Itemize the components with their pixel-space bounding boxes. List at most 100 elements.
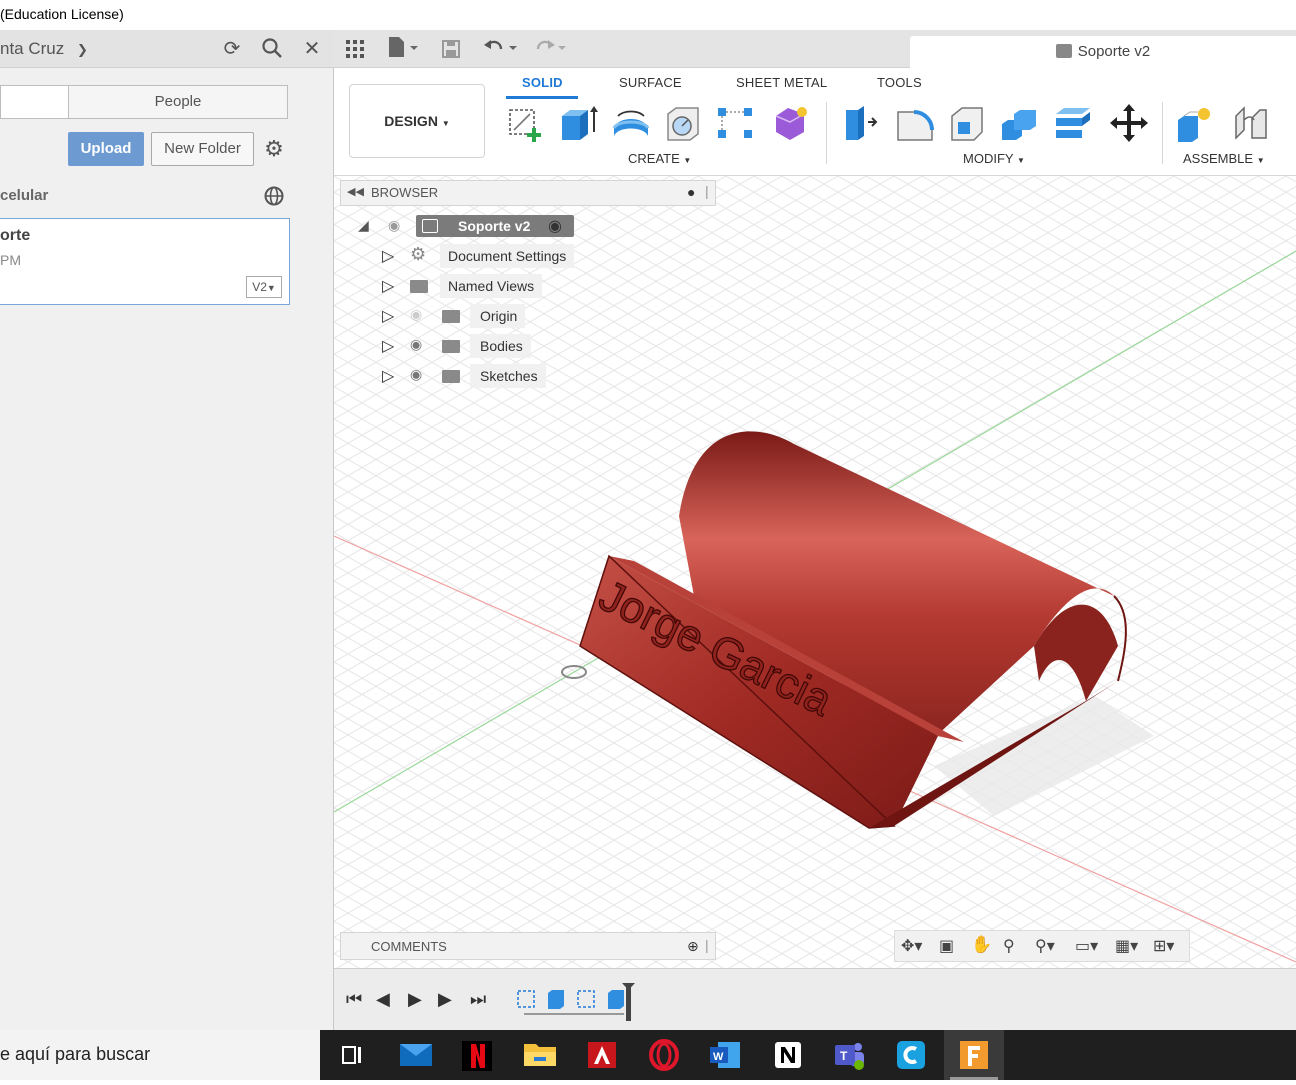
tab-tools[interactable]: TOOLS [877, 75, 922, 90]
tab-people[interactable]: People [69, 86, 287, 118]
project-selector[interactable]: nta Cruz ❯ [0, 39, 88, 59]
browser-item-named-views[interactable]: ▷ Named Views [382, 274, 582, 300]
move-copy-icon[interactable] [1108, 102, 1150, 144]
orbit-icon[interactable]: ✥▾ [901, 936, 922, 956]
minimize-panel-icon[interactable]: ● [687, 184, 695, 200]
eye-icon[interactable]: ◉ [410, 366, 422, 383]
step-back-icon[interactable]: ◀ [376, 989, 390, 1010]
go-to-end-icon[interactable]: ⏭ [470, 989, 486, 1010]
version-dropdown[interactable]: V2▼ [246, 276, 282, 298]
cx-app-icon[interactable] [882, 1030, 942, 1080]
timeline-features[interactable] [514, 983, 644, 1023]
display-settings-icon[interactable]: ▭▾ [1075, 936, 1098, 956]
new-folder-button[interactable]: New Folder [151, 132, 254, 166]
notion-app-icon[interactable] [758, 1030, 818, 1080]
tab-data[interactable] [1, 86, 69, 118]
create-form-icon[interactable] [770, 102, 812, 144]
redo-icon[interactable] [530, 36, 570, 62]
data-panel-tabs: People [0, 85, 288, 119]
look-at-icon[interactable]: ▣ [939, 936, 954, 956]
browser-panel-header[interactable]: ◀◀ BROWSER ● | [340, 180, 716, 206]
file-menu-icon[interactable] [384, 36, 422, 62]
play-icon[interactable]: ▶ [408, 989, 422, 1010]
undo-icon[interactable] [480, 36, 522, 62]
go-to-start-icon[interactable]: ⏮ [346, 989, 362, 1010]
shell-icon[interactable] [662, 102, 704, 144]
eye-hidden-icon[interactable]: ◉ [410, 306, 422, 323]
panel-pin-icon[interactable]: | [705, 937, 709, 953]
grid-settings-icon[interactable]: ▦▾ [1115, 936, 1138, 956]
chamfer-icon[interactable] [946, 102, 988, 144]
fusion-360-app-icon[interactable] [944, 1030, 1004, 1080]
task-view-icon[interactable] [322, 1030, 382, 1080]
refresh-icon[interactable]: ⟳ [220, 37, 244, 61]
activate-radio-icon[interactable]: ◉ [548, 216, 562, 236]
mail-app-icon[interactable] [386, 1030, 446, 1080]
gear-icon: ⚙ [410, 244, 427, 264]
tab-surface[interactable]: SURFACE [619, 75, 682, 90]
collapse-icon[interactable]: ◀◀ [347, 185, 364, 198]
extrude-icon[interactable] [558, 102, 600, 144]
canvas-viewport[interactable]: Jorge Garcia ◀◀ BROWSER ● | ◢ ◉ Soporte … [334, 176, 1296, 968]
fillet-icon[interactable] [894, 102, 936, 144]
file-card[interactable]: orte PM V2▼ [0, 218, 290, 305]
panel-pin-icon[interactable]: | [705, 183, 709, 199]
close-icon[interactable]: ✕ [300, 37, 324, 61]
root-label: Soporte v2 [458, 218, 531, 234]
teams-app-icon[interactable]: T [820, 1030, 880, 1080]
expand-triangle-icon[interactable]: ▷ [382, 366, 394, 386]
eye-icon[interactable]: ◉ [388, 217, 400, 234]
opera-app-icon[interactable] [634, 1030, 694, 1080]
expand-triangle-icon[interactable]: ▷ [382, 276, 394, 296]
expand-triangle-icon[interactable]: ▷ [382, 306, 394, 326]
expand-triangle-icon[interactable]: ◢ [358, 217, 369, 234]
expand-triangle-icon[interactable]: ▷ [382, 246, 394, 266]
autocad-app-icon[interactable] [572, 1030, 632, 1080]
file-explorer-icon[interactable] [510, 1030, 570, 1080]
viewports-icon[interactable]: ⊞▾ [1153, 936, 1174, 956]
tree-label: Origin [470, 304, 526, 328]
press-pull-icon[interactable] [840, 102, 882, 144]
tree-label: Named Views [440, 274, 543, 298]
modify-group-label[interactable]: MODIFY ▼ [963, 151, 1025, 166]
folder-name[interactable]: celular [0, 187, 48, 204]
create-group-label[interactable]: CREATE ▼ [628, 151, 691, 166]
browser-item-bodies[interactable]: ▷ ◉ Bodies [382, 334, 582, 360]
new-component-icon[interactable] [1174, 102, 1216, 144]
zoom-window-icon[interactable]: ⚲▾ [1035, 936, 1055, 956]
save-icon[interactable] [440, 36, 462, 62]
browser-item-document-settings[interactable]: ▷ ⚙ Document Settings [382, 244, 582, 270]
grid-menu-icon[interactable] [342, 36, 368, 62]
upload-button[interactable]: Upload [68, 132, 144, 166]
assemble-group-label[interactable]: ASSEMBLE ▼ [1183, 151, 1265, 166]
create-sketch-icon[interactable] [506, 102, 548, 144]
netflix-app-icon[interactable] [448, 1030, 508, 1080]
revolve-icon[interactable] [610, 102, 652, 144]
folder-icon [442, 340, 460, 353]
step-forward-icon[interactable]: ▶ [438, 989, 452, 1010]
globe-icon[interactable] [262, 185, 286, 209]
document-tab[interactable]: Soporte v2 [910, 36, 1296, 68]
word-app-icon[interactable]: W [696, 1030, 756, 1080]
caret-down-icon: ▼ [266, 283, 276, 293]
browser-item-sketches[interactable]: ▷ ◉ Sketches [382, 364, 582, 390]
add-comment-icon[interactable]: ⊕ [687, 938, 699, 955]
gear-icon[interactable]: ⚙ [261, 136, 287, 162]
tab-sheet-metal[interactable]: SHEET METAL [736, 75, 827, 90]
joint-icon[interactable] [1230, 102, 1272, 144]
workspace-switcher[interactable]: DESIGN ▼ [349, 84, 485, 158]
browser-item-origin[interactable]: ▷ ◉ Origin [382, 304, 582, 330]
combine-icon[interactable] [998, 102, 1040, 144]
taskbar-search-box[interactable]: e aquí para buscar [0, 1030, 320, 1080]
tab-solid[interactable]: SOLID [522, 75, 563, 90]
comments-title: COMMENTS [371, 939, 447, 954]
eye-icon[interactable]: ◉ [410, 336, 422, 353]
rectangular-pattern-icon[interactable] [714, 102, 756, 144]
search-icon[interactable] [260, 37, 284, 61]
pan-hand-icon[interactable]: ✋ [971, 935, 992, 955]
expand-triangle-icon[interactable]: ▷ [382, 336, 394, 356]
zoom-icon[interactable]: ⚲ [1003, 936, 1015, 956]
comments-panel-header[interactable]: COMMENTS ⊕ | [340, 932, 716, 960]
browser-root-item[interactable]: ◢ ◉ Soporte v2 ◉ [358, 214, 578, 240]
offset-face-icon[interactable] [1052, 102, 1094, 144]
